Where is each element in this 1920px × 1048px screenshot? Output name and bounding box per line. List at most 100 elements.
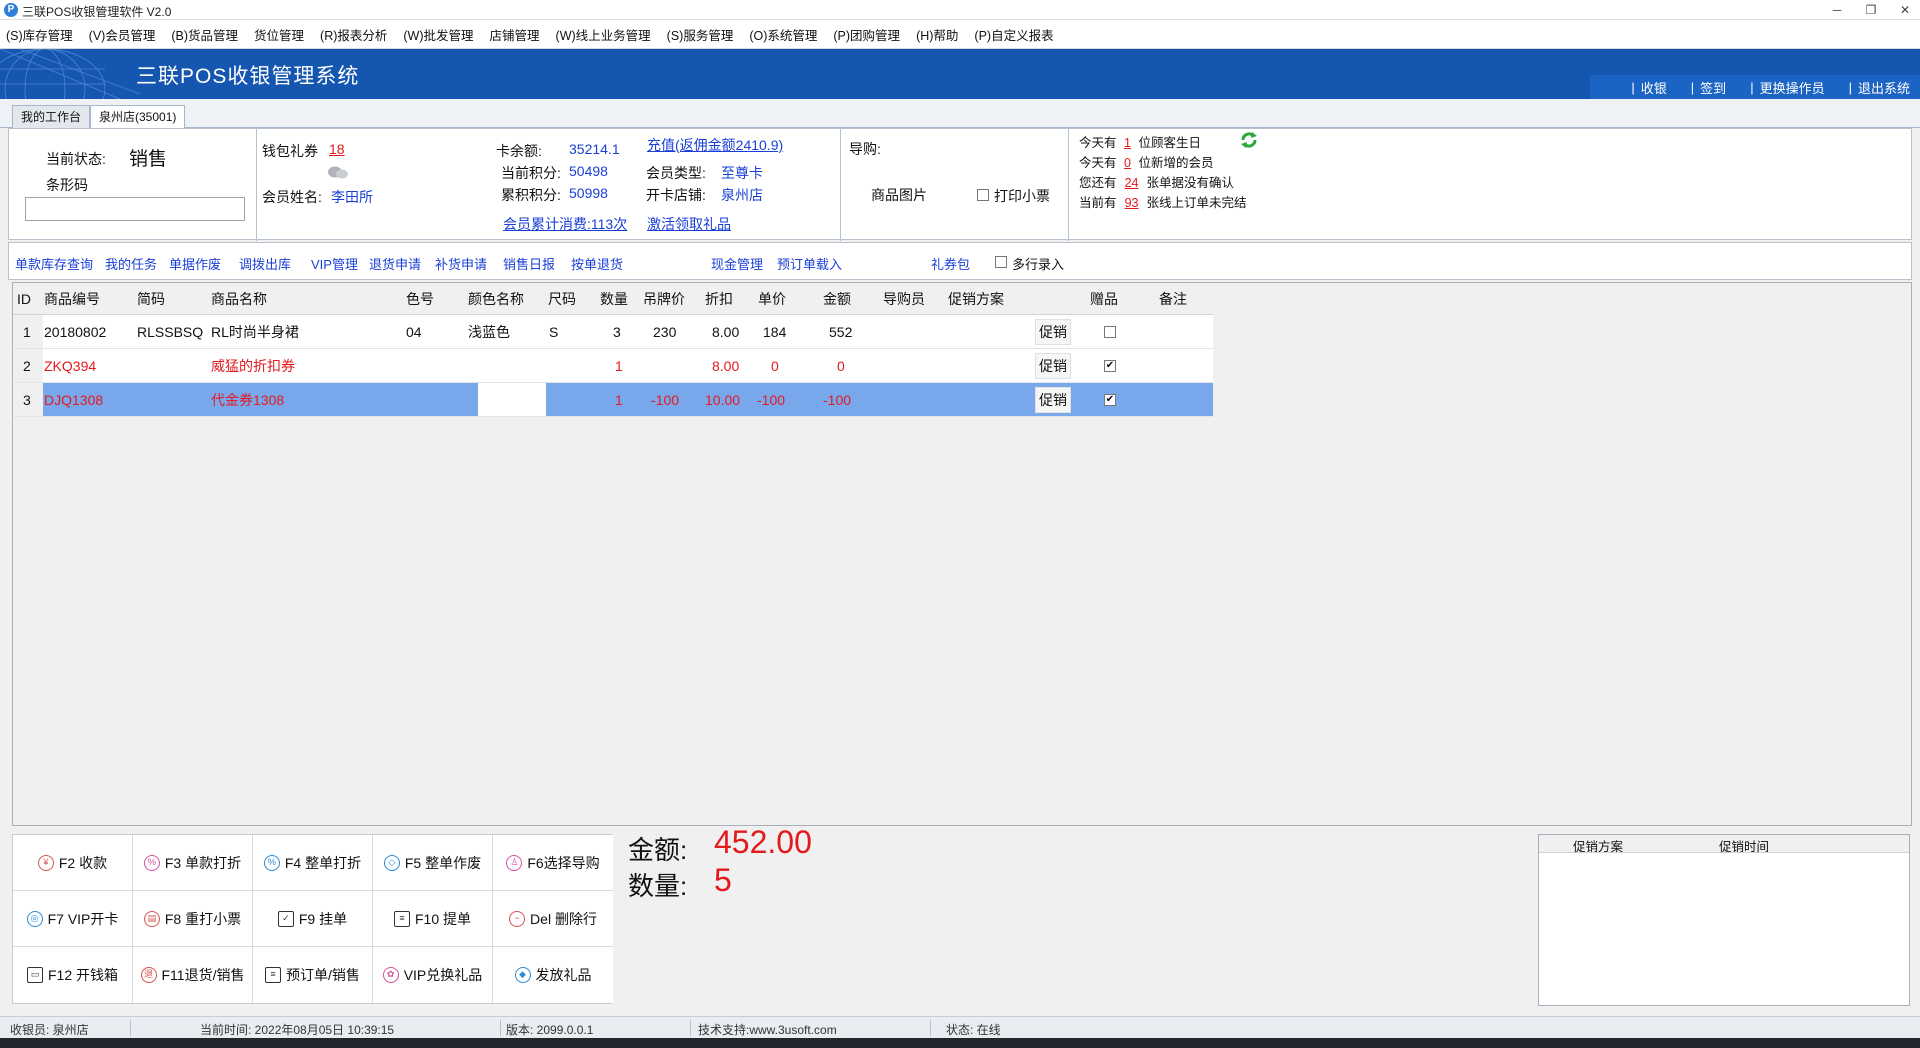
f10-retrieve-bill-button[interactable]: ≡ F10 提单 [373, 891, 493, 947]
os-taskbar [0, 1038, 1920, 1048]
menu-item-help[interactable]: (H)帮助 [916, 25, 958, 44]
tab-strip: 我的工作台 泉州店(35001) [0, 100, 1920, 128]
activate-gift-link[interactable]: 激活领取礼品 [647, 214, 731, 234]
col-short[interactable]: 简码 [137, 283, 165, 315]
tab-workbench[interactable]: 我的工作台 [12, 105, 91, 128]
col-size[interactable]: 尺码 [548, 283, 576, 315]
gift-checkbox-checked[interactable]: ✔ [1104, 394, 1116, 406]
menu-item-group-buy[interactable]: (P)团购管理 [833, 25, 900, 44]
cashier-link[interactable]: 收银 [1641, 78, 1667, 97]
link-return-by-bill[interactable]: 按单退货 [571, 254, 623, 273]
f4-bill-discount-button[interactable]: % F4 整单打折 [253, 835, 373, 891]
gift-checkbox-checked[interactable]: ✔ [1104, 360, 1116, 372]
preorder-sale-button[interactable]: ≡ 预订单/销售 [253, 947, 373, 1003]
table-row[interactable]: 2 ZKQ394 威猛的折扣券 1 8.00 0 0 促销 ✔ [13, 349, 1213, 383]
link-return-request[interactable]: 退货申请 [369, 254, 421, 273]
col-name[interactable]: 商品名称 [211, 283, 267, 315]
sign-in-link[interactable]: 签到 [1700, 78, 1726, 97]
menu-item-location[interactable]: 货位管理 [254, 25, 304, 44]
exit-system-link[interactable]: 退出系统 [1858, 78, 1910, 97]
status-cashier: 收银员: 泉州店 [10, 1023, 89, 1037]
tab-store-quanzhou[interactable]: 泉州店(35001) [90, 105, 186, 128]
gift-checkbox[interactable] [1104, 326, 1116, 338]
member-consume-link[interactable]: 会员累计消费:113次 [503, 214, 627, 234]
promo-button[interactable]: 促销 [1035, 319, 1071, 345]
f5-void-bill-button[interactable]: ◇ F5 整单作废 [373, 835, 493, 891]
menu-item-member[interactable]: (V)会员管理 [89, 25, 156, 44]
col-promo-plan[interactable]: 促销方案 [1573, 836, 1623, 855]
gift-icon: ✿ [382, 967, 399, 983]
multi-row-checkbox[interactable] [995, 256, 1007, 268]
col-discount[interactable]: 折扣 [705, 283, 733, 315]
f9-hold-bill-button[interactable]: ✓ F9 挂单 [253, 891, 373, 947]
col-remark[interactable]: 备注 [1159, 283, 1187, 315]
col-guide[interactable]: 导购员 [883, 283, 925, 315]
acc-points-value: 50998 [569, 185, 608, 201]
link-load-preorder[interactable]: 预订单载入 [777, 254, 842, 273]
print-receipt-checkbox[interactable] [977, 189, 989, 201]
del-delete-row-button[interactable]: − Del 删除行 [493, 891, 613, 947]
menu-item-reports[interactable]: (R)报表分析 [320, 25, 387, 44]
restore-icon[interactable]: ❐ [1860, 2, 1882, 18]
cell-color-no: 04 [406, 324, 422, 340]
link-daily-sales[interactable]: 销售日报 [503, 254, 555, 273]
status-bar: 收银员: 泉州店 当前时间: 2022年08月05日 10:39:15 版本: … [0, 1016, 1920, 1038]
grid-header: ID 商品编号 简码 商品名称 色号 颜色名称 尺码 数量 吊牌价 折扣 单价 … [13, 283, 1213, 315]
cell-id: 2 [23, 358, 31, 374]
link-void-bill[interactable]: 单据作废 [169, 254, 221, 273]
f6-select-guide-button[interactable]: ♙ F6选择导购 [493, 835, 613, 891]
col-color-name[interactable]: 颜色名称 [468, 283, 524, 315]
refresh-icon[interactable] [1239, 131, 1259, 149]
open-store-label: 开卡店铺: [646, 187, 706, 203]
issue-gift-button[interactable]: ◆ 发放礼品 [493, 947, 613, 1003]
link-cash-manage[interactable]: 现金管理 [711, 254, 763, 273]
f2-checkout-button[interactable]: ¥ F2 收款 [13, 835, 133, 891]
guide-label: 导购: [849, 141, 881, 157]
minimize-icon[interactable]: ─ [1826, 2, 1848, 18]
promo-button[interactable]: 促销 [1035, 353, 1071, 379]
link-restock-request[interactable]: 补货申请 [435, 254, 487, 273]
menu-item-goods[interactable]: (B)货品管理 [171, 25, 238, 44]
link-coupon-pack[interactable]: 礼券包 [931, 254, 970, 273]
recharge-link[interactable]: 充值(返佣金额2410.9) [647, 135, 783, 155]
f8-reprint-button[interactable]: ▤ F8 重打小票 [133, 891, 253, 947]
col-id[interactable]: ID [17, 283, 31, 315]
link-vip-manage[interactable]: VIP管理 [311, 254, 358, 273]
f12-cash-drawer-button[interactable]: ▭ F12 开钱箱 [13, 947, 133, 1003]
table-row-selected[interactable]: 3 DJQ1308 代金券1308 1 -100 10.00 -100 -100… [13, 383, 1213, 417]
vip-redeem-gift-button[interactable]: ✿ VIP兑换礼品 [373, 947, 493, 1003]
cell-qty: 1 [615, 358, 623, 374]
link-transfer-out[interactable]: 调拨出库 [239, 254, 291, 273]
f11-return-sale-button[interactable]: 退 F11退货/销售 [133, 947, 253, 1003]
table-row[interactable]: 1 20180802 RLSSBSQ RL时尚半身裙 04 浅蓝色 S 3 23… [13, 315, 1213, 349]
menu-item-inventory[interactable]: (S)库存管理 [6, 25, 73, 44]
col-promo-time[interactable]: 促销时间 [1719, 836, 1769, 855]
switch-operator-link[interactable]: 更换操作员 [1760, 78, 1825, 97]
menu-item-store[interactable]: 店铺管理 [490, 25, 540, 44]
f3-item-discount-button[interactable]: % F3 单款打折 [133, 835, 253, 891]
col-qty[interactable]: 数量 [600, 283, 628, 315]
menu-item-online[interactable]: (W)线上业务管理 [556, 25, 651, 44]
col-color-no[interactable]: 色号 [406, 283, 434, 315]
col-promo[interactable]: 促销方案 [948, 283, 1004, 315]
link-my-tasks[interactable]: 我的任务 [105, 254, 157, 273]
col-unit-price[interactable]: 单价 [758, 283, 786, 315]
barcode-input[interactable] [25, 197, 245, 221]
vip-icon: ◎ [26, 910, 43, 927]
cell-name: RL时尚半身裙 [211, 324, 299, 340]
f7-vip-card-button[interactable]: ◎ F7 VIP开卡 [13, 891, 133, 947]
ticket-icon: ◆ [514, 967, 531, 983]
wallet-value[interactable]: 18 [329, 141, 345, 157]
col-gift[interactable]: 赠品 [1090, 283, 1118, 315]
close-icon[interactable]: ✕ [1894, 2, 1916, 18]
menu-item-system[interactable]: (O)系统管理 [749, 25, 817, 44]
col-tag-price[interactable]: 吊牌价 [643, 283, 685, 315]
link-stock-query[interactable]: 单款库存查询 [15, 254, 93, 273]
col-amount[interactable]: 金额 [823, 283, 851, 315]
promo-button[interactable]: 促销 [1035, 387, 1071, 413]
col-code[interactable]: 商品编号 [44, 283, 100, 315]
menu-item-service[interactable]: (S)服务管理 [667, 25, 734, 44]
menu-item-custom-report[interactable]: (P)自定义报表 [974, 25, 1053, 44]
menu-item-wholesale[interactable]: (W)批发管理 [403, 25, 473, 44]
cell-code: 20180802 [44, 324, 107, 340]
